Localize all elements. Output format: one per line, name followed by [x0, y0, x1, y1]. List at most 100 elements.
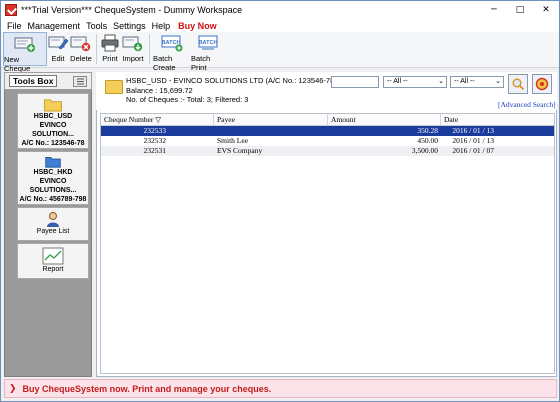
account-card-name: HSBC_HKD: [33, 169, 73, 176]
import-button[interactable]: Import: [120, 32, 146, 66]
new-cheque-button[interactable]: New Cheque: [3, 32, 47, 73]
menu-file[interactable]: File: [7, 21, 22, 31]
batch-print-icon: BATCH: [196, 34, 220, 52]
column-amount[interactable]: Amount: [328, 114, 441, 125]
printer-icon: [99, 34, 121, 52]
table-header: Cheque Number ▽ Payee Amount Date: [101, 114, 554, 126]
filter-select-2[interactable]: -- All -- ⌄: [450, 76, 504, 88]
account-card-hsbc-usd[interactable]: HSBC_USD EVINCO SOLUTION... A/C No.: 123…: [17, 93, 89, 149]
menu-tools[interactable]: Tools: [86, 21, 107, 31]
chevron-down-icon: ⌄: [495, 78, 501, 85]
promo-status-bar[interactable]: ❯ Buy ChequeSystem now. Print and manage…: [4, 379, 557, 398]
table-row[interactable]: 232531 EVS Company 3,500.00 2016 / 01 / …: [101, 146, 554, 156]
menu-settings[interactable]: Settings: [113, 21, 146, 31]
print-button[interactable]: Print: [100, 32, 120, 66]
account-card-number: A/C No.: 123546-78: [21, 140, 85, 147]
batch-create-icon: BATCH: [160, 34, 184, 52]
filter-select-1-value: -- All --: [387, 78, 408, 85]
search-input[interactable]: [331, 76, 379, 88]
account-card-company: EVINCO SOLUTIONS...: [29, 178, 77, 194]
edit-button[interactable]: Edit: [47, 32, 69, 66]
maximize-button[interactable]: □: [507, 1, 533, 19]
account-card-number: A/C No.: 456789-798: [19, 196, 87, 203]
cheque-table: Cheque Number ▽ Payee Amount Date 232533…: [100, 113, 555, 374]
delete-button[interactable]: Delete: [69, 32, 93, 66]
menu-management[interactable]: Management: [28, 21, 81, 31]
report-label: Report: [42, 266, 64, 273]
menu-help[interactable]: Help: [152, 21, 171, 31]
new-cheque-icon: [14, 35, 36, 53]
chevron-right-icon: ❯: [9, 383, 17, 394]
toolbar: New Cheque Edit Delete Print Import BATC…: [1, 32, 559, 73]
column-payee[interactable]: Payee: [214, 114, 328, 125]
filter-select-2-value: -- All --: [454, 78, 475, 85]
folder-icon: [105, 80, 123, 94]
cell-payee: [214, 126, 328, 136]
tool-payee-list[interactable]: Payee List: [17, 207, 89, 241]
account-count: No. of Cheques :- Total: 3; Filtered: 3: [126, 95, 249, 104]
chart-icon: [42, 247, 64, 265]
minimize-button[interactable]: ─: [481, 1, 507, 19]
cell-payee: EVS Company: [217, 146, 263, 155]
cell-date: 2016 / 01 / 13: [452, 126, 494, 135]
window-title: ***Trial Version*** ChequeSystem - Dummy…: [21, 5, 243, 15]
batch-create-button[interactable]: BATCH Batch Create: [153, 32, 191, 72]
toolbar-separator: [149, 34, 150, 64]
account-card-company: EVINCO SOLUTION...: [32, 122, 74, 138]
table-row[interactable]: 232532 Smith Lee 450.00 2016 / 01 / 13: [101, 136, 554, 146]
import-icon: [122, 34, 144, 52]
account-balance: Balance : 15,699.72: [126, 85, 193, 95]
cell-cheque-number: 232531: [143, 146, 167, 155]
account-card-hsbc-hkd[interactable]: HSBC_HKD EVINCO SOLUTIONS... A/C No.: 45…: [17, 151, 89, 205]
search-button[interactable]: [508, 74, 528, 94]
edit-label: Edit: [51, 54, 65, 63]
table-row[interactable]: 232533 350.28 2016 / 01 / 13: [101, 126, 554, 136]
folder-icon: [44, 99, 62, 112]
chevron-down-icon: ⌄: [438, 78, 444, 85]
close-button[interactable]: ✕: [533, 1, 559, 19]
tools-box-title: Tools Box: [9, 75, 58, 87]
column-date[interactable]: Date: [441, 114, 554, 125]
tools-box-menu-button[interactable]: [73, 76, 87, 87]
list-icon: [77, 78, 84, 85]
toolbar-separator: [96, 34, 97, 64]
folder-icon: [45, 157, 61, 168]
delete-label: Delete: [70, 54, 92, 63]
title-bar: ***Trial Version*** ChequeSystem - Dummy…: [1, 1, 559, 19]
cell-date: 2016 / 01 / 07: [452, 146, 494, 155]
tools-box-header: Tools Box: [4, 72, 92, 90]
import-label: Import: [122, 54, 144, 63]
print-label: Print: [102, 54, 118, 63]
clear-filter-icon: [535, 77, 549, 91]
account-title: HSBC_USD - EVINCO SOLUTIONS LTD (A/C No.…: [126, 76, 337, 85]
column-cheque-number[interactable]: Cheque Number ▽: [101, 114, 214, 125]
payee-list-label: Payee List: [36, 228, 70, 235]
cell-amount: 3,500.00: [411, 146, 438, 155]
cell-cheque-number: 232532: [143, 136, 167, 145]
advanced-search-link[interactable]: [Advanced Search]: [498, 100, 556, 109]
cell-cheque-number: 232533: [143, 126, 167, 135]
cell-amount: 450.00: [417, 136, 438, 145]
delete-icon: [70, 34, 92, 52]
cell-payee: Smith Lee: [217, 136, 249, 145]
account-card-name: HSBC_USD: [33, 113, 73, 120]
menu-bar: File Management Tools Settings Help Buy …: [1, 19, 559, 32]
person-icon: [47, 212, 59, 227]
edit-icon: [47, 34, 69, 52]
promo-text: Buy ChequeSystem now. Print and manage y…: [22, 383, 272, 394]
filter-select-1[interactable]: -- All -- ⌄: [383, 76, 447, 88]
account-summary: HSBC_USD - EVINCO SOLUTIONS LTD (A/C No.…: [126, 76, 337, 105]
menu-buy-now[interactable]: Buy Now: [178, 21, 217, 31]
tool-report[interactable]: Report: [17, 243, 89, 279]
batch-print-label: Batch Print: [191, 54, 211, 72]
app-window: ***Trial Version*** ChequeSystem - Dummy…: [0, 0, 560, 402]
batch-print-button[interactable]: BATCH Batch Print: [191, 32, 225, 72]
clear-filter-button[interactable]: [532, 74, 552, 94]
app-icon: [5, 4, 17, 16]
batch-create-label: Batch Create: [153, 54, 176, 72]
cell-date: 2016 / 01 / 13: [452, 136, 494, 145]
window-controls: ─ □ ✕: [481, 1, 559, 19]
cell-amount: 350.28: [417, 126, 438, 135]
search-icon: [512, 78, 525, 91]
batch-badge-text: BATCH: [199, 40, 218, 46]
